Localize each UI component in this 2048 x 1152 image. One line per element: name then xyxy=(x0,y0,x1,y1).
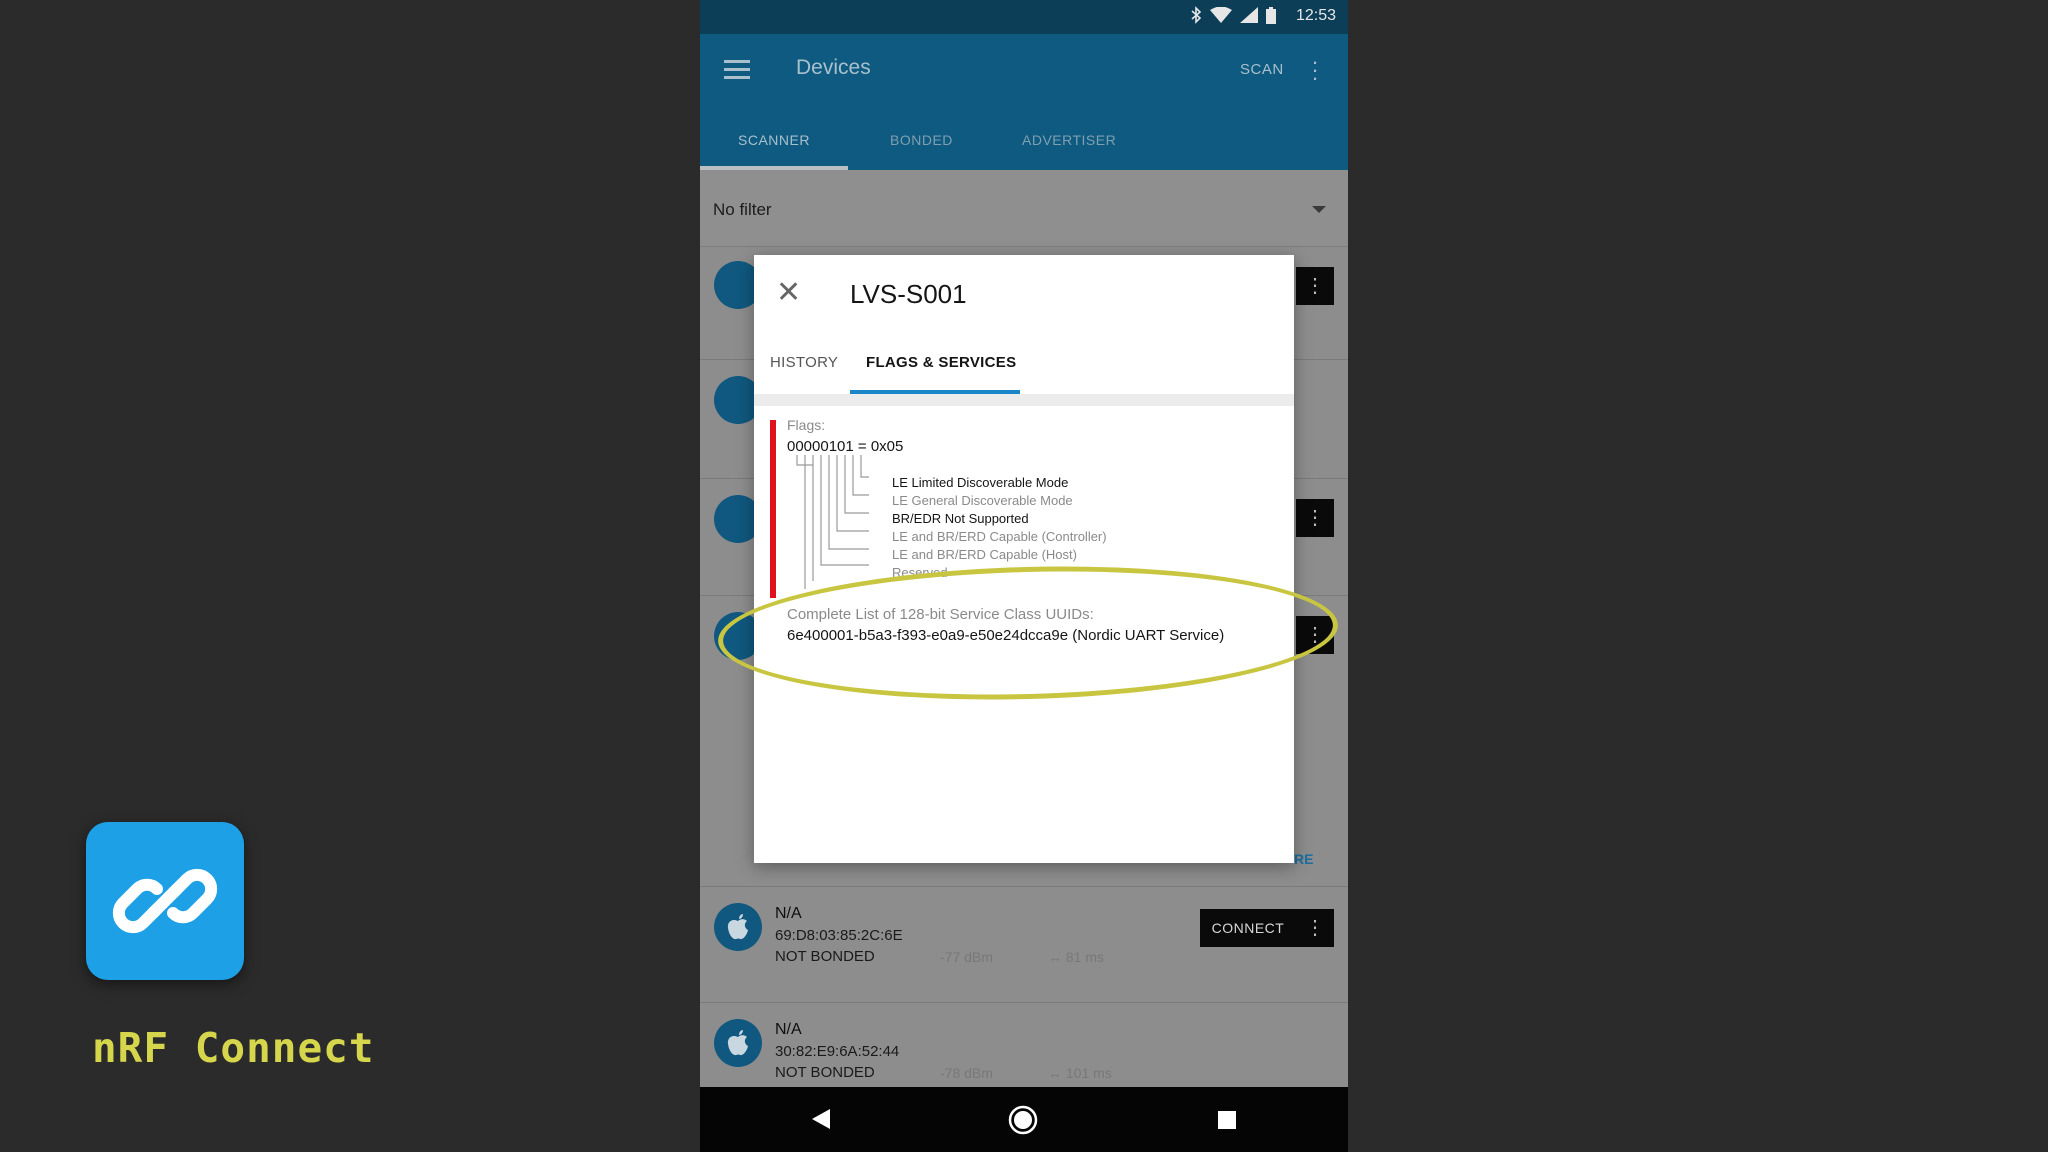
tab-bonded[interactable]: BONDED xyxy=(890,132,953,148)
device-more-icon[interactable]: ⋮ xyxy=(1296,267,1334,305)
device-bond-state: NOT BONDED xyxy=(775,948,875,965)
device-more-icon[interactable]: ⋮ xyxy=(1296,499,1334,537)
tab-flags-services[interactable]: FLAGS & SERVICES xyxy=(866,354,1016,371)
apple-device-icon xyxy=(714,903,762,951)
status-bar: 12:53 xyxy=(700,0,1348,34)
nrf-connect-link-icon xyxy=(112,868,218,934)
close-icon[interactable]: ✕ xyxy=(776,275,801,310)
device-bond-state: NOT BONDED xyxy=(775,1064,875,1081)
device-name: N/A xyxy=(775,1021,802,1038)
nrf-connect-app-icon xyxy=(86,822,244,980)
flag-bit-label: LE General Discoverable Mode xyxy=(892,493,1073,508)
device-address: 30:82:E9:6A:52:44 xyxy=(775,1043,900,1060)
back-icon[interactable] xyxy=(812,1109,830,1129)
battery-icon xyxy=(1266,6,1276,29)
page-title: Devices xyxy=(796,56,871,79)
device-interval: ↔ 81 ms xyxy=(1048,949,1105,965)
home-icon[interactable] xyxy=(1008,1105,1038,1135)
list-item[interactable]: N/A 69:D8:03:85:2C:6E NOT BONDED -77 dBm… xyxy=(700,887,1348,1003)
device-name: N/A xyxy=(775,905,802,922)
apple-device-icon xyxy=(714,1019,762,1067)
tab-divider xyxy=(754,394,1294,406)
app-name-caption: nRF Connect xyxy=(92,1024,375,1072)
flag-bit-label: LE and BR/ERD Capable (Host) xyxy=(892,547,1077,562)
device-rssi: -77 dBm xyxy=(940,949,993,965)
device-details-dialog: ✕ LVS-S001 HISTORY FLAGS & SERVICES Flag… xyxy=(754,255,1294,863)
tab-advertiser[interactable]: ADVERTISER xyxy=(1022,132,1116,148)
bluetooth-icon xyxy=(1190,6,1202,29)
overflow-menu-icon[interactable]: · · · xyxy=(1310,51,1320,89)
device-more-icon[interactable]: ⋮ xyxy=(1296,909,1334,947)
recents-icon[interactable] xyxy=(1218,1111,1236,1129)
more-link-fragment[interactable]: RE xyxy=(1294,851,1313,867)
flag-bit-label: LE Limited Discoverable Mode xyxy=(892,475,1069,490)
connect-button[interactable]: CONNECT xyxy=(1200,909,1296,947)
flags-label: Flags: xyxy=(787,417,826,433)
android-nav-bar xyxy=(700,1087,1348,1152)
dropdown-caret-icon[interactable] xyxy=(1312,206,1326,213)
filter-label: No filter xyxy=(713,200,772,219)
device-interval: ↔ 101 ms xyxy=(1048,1065,1112,1081)
scan-button[interactable]: SCAN xyxy=(1240,61,1284,78)
device-address: 69:D8:03:85:2C:6E xyxy=(775,927,903,944)
status-time: 12:53 xyxy=(1295,7,1336,24)
status-icons xyxy=(1190,6,1276,29)
wifi-icon xyxy=(1210,6,1232,28)
tab-history[interactable]: HISTORY xyxy=(770,354,838,371)
hamburger-menu-icon[interactable] xyxy=(724,60,750,80)
filter-bar[interactable]: No filter xyxy=(700,170,1348,247)
advertising-packet-marker xyxy=(770,420,776,598)
app-bar: Devices SCAN · · · SCANNER BONDED ADVERTIS… xyxy=(700,34,1348,170)
flag-bit-label: LE and BR/ERD Capable (Controller) xyxy=(892,529,1107,544)
tab-scanner[interactable]: SCANNER xyxy=(738,132,810,148)
device-rssi: -78 dBm xyxy=(940,1065,993,1081)
flags-value: 00000101 = 0x05 xyxy=(787,438,904,455)
flag-bit-tree xyxy=(796,455,869,589)
flag-bit-label: BR/EDR Not Supported xyxy=(892,511,1029,526)
dialog-title: LVS-S001 xyxy=(850,279,967,309)
list-item[interactable]: N/A 30:82:E9:6A:52:44 NOT BONDED -78 dBm… xyxy=(700,1003,1348,1088)
signal-icon xyxy=(1240,7,1258,28)
